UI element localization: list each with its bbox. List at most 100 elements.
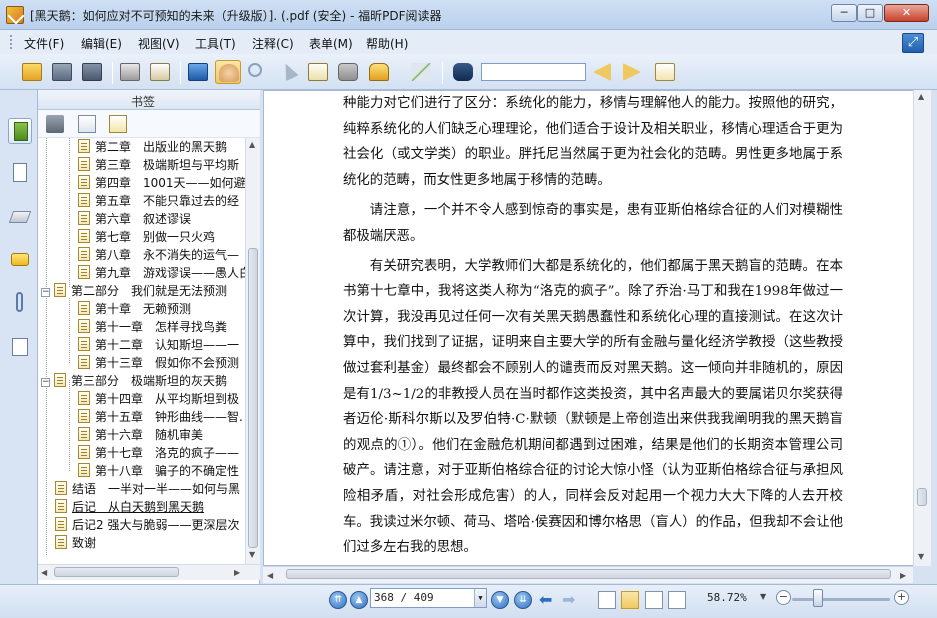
new-bookmark-icon[interactable] xyxy=(78,115,96,133)
title-bar: [黑天鹅：如何应对不可预知的未来（升级版）]. (.pdf (安全) - 福昕P… xyxy=(0,0,937,30)
bookmark-item[interactable]: 第十八章 骗子的不确定性 xyxy=(78,462,239,480)
bookmark-item[interactable]: 第十二章 认知斯坦——一 xyxy=(78,336,239,354)
delete-bookmark-icon[interactable] xyxy=(46,115,64,133)
bookmark-item[interactable]: 第四章 1001天——如何避 xyxy=(78,174,245,192)
fullscreen-icon[interactable] xyxy=(185,60,211,84)
menu-file[interactable]: 文件(F) xyxy=(24,35,64,52)
scroll-right-icon[interactable]: ▶ xyxy=(234,568,240,577)
email-icon[interactable] xyxy=(147,60,173,84)
bookmark-item[interactable]: 第十一章 怎样寻找鸟粪 xyxy=(78,318,227,336)
zoom-level[interactable]: 58.72% xyxy=(707,591,747,604)
scroll-right-icon[interactable]: ▶ xyxy=(900,571,906,580)
bookmark-item[interactable]: 第十七章 洛克的疯子—— xyxy=(78,444,239,462)
scroll-left-icon[interactable]: ◀ xyxy=(267,571,273,580)
print-icon[interactable] xyxy=(117,60,143,84)
close-button[interactable]: ✕ xyxy=(884,4,929,22)
scroll-down-icon[interactable]: ▼ xyxy=(249,550,255,559)
continuous-page-icon[interactable] xyxy=(621,591,639,609)
zoom-tool-icon[interactable] xyxy=(245,60,271,84)
layers-tab-icon[interactable] xyxy=(8,204,32,230)
bookmark-section[interactable]: − 第二部分 我们就是无法预测 xyxy=(41,282,227,300)
scroll-up-icon[interactable]: ▲ xyxy=(918,92,924,101)
document-horizontal-scrollbar[interactable]: ◀ ▶ xyxy=(263,566,913,583)
maximize-button[interactable]: □ xyxy=(857,4,883,22)
back-icon[interactable]: ⬅ xyxy=(539,591,552,609)
scroll-left-icon[interactable]: ◀ xyxy=(41,568,47,577)
scroll-down-icon[interactable]: ▼ xyxy=(918,552,924,561)
rms-lock-icon[interactable] xyxy=(366,60,392,84)
collapse-toggle-icon[interactable]: − xyxy=(41,378,50,387)
attachments-tab-icon[interactable] xyxy=(8,290,32,316)
comments-tab-icon[interactable] xyxy=(8,248,32,274)
facing-pages-icon[interactable] xyxy=(645,591,663,609)
bookmark-item[interactable]: 后记2 强大与脆弱——更深层次 xyxy=(55,516,239,534)
menu-tools[interactable]: 工具(T) xyxy=(195,35,236,52)
menu-help[interactable]: 帮助(H) xyxy=(366,35,408,52)
bookmark-item[interactable]: 第二章 出版业的黑天鹅 xyxy=(78,138,227,156)
scrollbar-thumb[interactable] xyxy=(917,488,927,506)
next-page-icon[interactable]: ▼ xyxy=(491,591,509,609)
highlight-icon[interactable] xyxy=(652,60,678,84)
prev-page-icon[interactable]: ▲ xyxy=(350,591,368,609)
bookmark-item[interactable]: 第三章 极端斯坦与平均斯 xyxy=(78,156,239,174)
collapse-toggle-icon[interactable]: − xyxy=(41,288,50,297)
bookmark-vertical-scrollbar[interactable]: ▲ ▼ xyxy=(245,138,260,564)
bookmark-item[interactable]: 结语 一半对一半——如何与黑 xyxy=(55,480,240,498)
bookmark-item[interactable]: 第十四章 从平均斯坦到极 xyxy=(78,390,239,408)
bookmark-item[interactable]: 第九章 游戏谬误——愚人白 xyxy=(78,264,245,282)
search-input[interactable] xyxy=(481,63,586,81)
zoom-dropdown-icon[interactable]: ▼ xyxy=(760,592,766,601)
save-as-icon[interactable] xyxy=(79,60,105,84)
zoom-slider-thumb[interactable] xyxy=(813,589,823,607)
menu-view[interactable]: 视图(V) xyxy=(138,35,180,52)
menu-comments[interactable]: 注释(C) xyxy=(252,35,294,52)
bookmarks-tab-icon[interactable] xyxy=(8,118,32,144)
add-child-bookmark-icon[interactable] xyxy=(109,115,127,133)
document-vertical-scrollbar[interactable]: ▲ ▼ xyxy=(913,90,931,566)
panel-header: 书签 xyxy=(38,90,260,110)
select-icon[interactable] xyxy=(275,60,301,84)
single-page-icon[interactable] xyxy=(598,591,616,609)
scroll-up-icon[interactable]: ▲ xyxy=(249,140,255,149)
bookmark-item[interactable]: 第五章 不能只靠过去的经 xyxy=(78,192,239,210)
first-page-icon[interactable]: ⇈ xyxy=(329,591,347,609)
bookmark-horizontal-scrollbar[interactable]: ◀ ▶ xyxy=(38,564,260,580)
scrollbar-thumb[interactable] xyxy=(248,248,258,548)
open-folder-icon[interactable] xyxy=(19,60,45,84)
bookmark-item[interactable]: 第十三章 假如你不会预测 xyxy=(78,354,239,372)
document-view[interactable]: 种能力对它们进行了区分：系统化的能力，移情与理解他人的能力。按照他的研究，纯粹系… xyxy=(263,90,916,566)
bookmark-item[interactable]: 第六章 叙述谬误 xyxy=(78,210,191,228)
binoculars-icon[interactable] xyxy=(450,60,476,84)
save-icon[interactable] xyxy=(49,60,75,84)
find-prev-icon[interactable] xyxy=(590,60,616,84)
text-select-icon[interactable] xyxy=(305,60,331,84)
scrollbar-thumb[interactable] xyxy=(286,569,891,579)
bookmark-item[interactable]: 第十六章 随机审美 xyxy=(78,426,203,444)
scrollbar-thumb[interactable] xyxy=(54,567,179,577)
snapshot-icon[interactable] xyxy=(335,60,361,84)
forward-icon[interactable]: ➡ xyxy=(562,591,575,609)
signatures-tab-icon[interactable] xyxy=(8,334,32,360)
chevron-down-icon[interactable]: ▼ xyxy=(474,589,486,607)
minimize-button[interactable]: ─ xyxy=(831,4,857,22)
hand-tool-icon[interactable] xyxy=(215,60,241,84)
last-page-icon[interactable]: ⇊ xyxy=(514,591,532,609)
bookmark-item[interactable]: 致谢 xyxy=(55,534,96,552)
pages-tab-icon[interactable] xyxy=(8,160,32,186)
bookmark-item[interactable]: 第十五章 钟形曲线——智. xyxy=(78,408,243,426)
menu-forms[interactable]: 表单(M) xyxy=(309,35,353,52)
bookmark-item[interactable]: 第十章 无赖预测 xyxy=(78,300,191,318)
zoom-in-icon[interactable]: + xyxy=(894,590,909,605)
sign-icon[interactable] xyxy=(408,60,434,84)
zoom-slider-track[interactable] xyxy=(792,598,890,601)
bookmark-item[interactable]: 第八章 永不消失的运气— xyxy=(78,246,239,264)
bookmark-section[interactable]: − 第三部分 极端斯坦的灰天鹅 xyxy=(41,372,227,390)
bookmark-item-selected[interactable]: 后记 从白天鹅到黑天鹅 xyxy=(55,498,204,516)
continuous-facing-icon[interactable] xyxy=(668,591,686,609)
bookmark-item[interactable]: 第七章 别做一只火鸡 xyxy=(78,228,215,246)
page-number-field[interactable]: 368 / 409 ▼ xyxy=(370,588,487,608)
expand-window-icon[interactable]: ⤢ xyxy=(902,33,924,53)
zoom-out-icon[interactable]: − xyxy=(776,590,791,605)
menu-edit[interactable]: 编辑(E) xyxy=(81,35,122,52)
find-next-icon[interactable] xyxy=(620,60,646,84)
